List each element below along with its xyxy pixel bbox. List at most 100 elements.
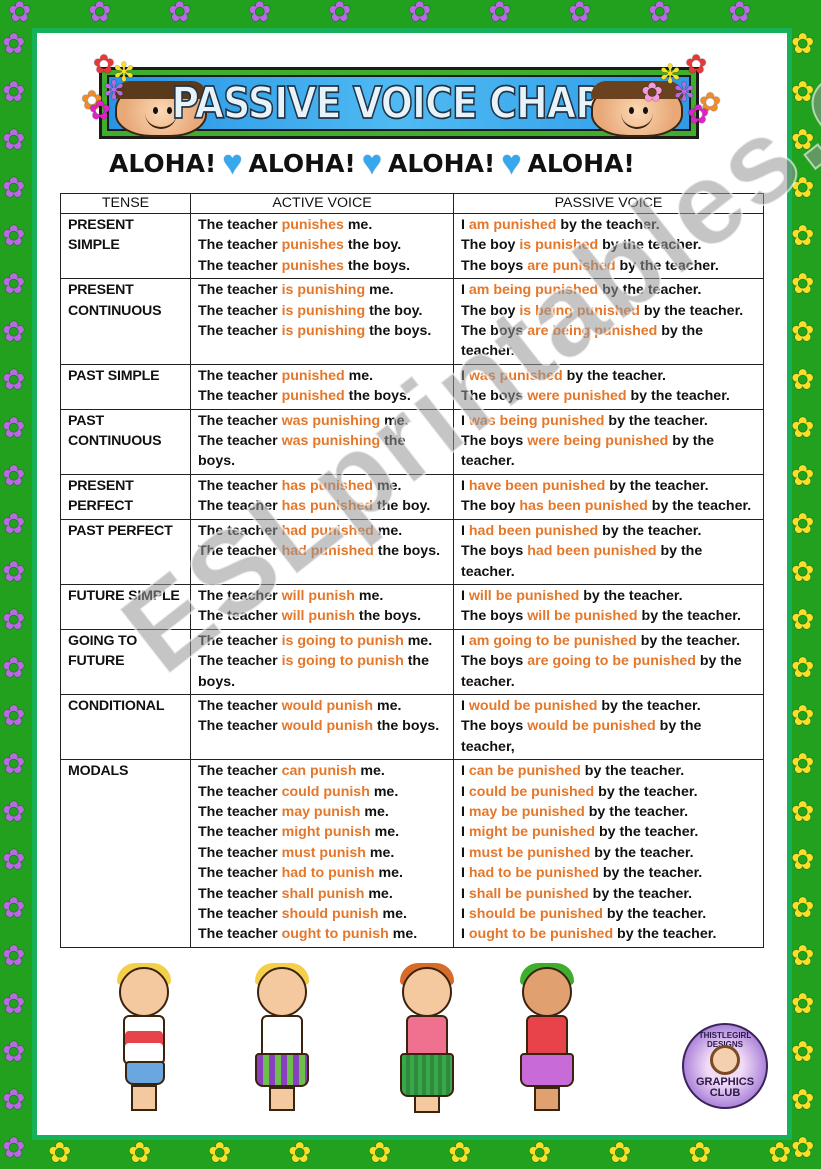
sentence-text: the boys. bbox=[354, 608, 422, 625]
border-flower-icon: ✿ bbox=[791, 844, 815, 875]
sentence-text: The boys bbox=[461, 718, 528, 735]
border-flower-icon: ✿ bbox=[88, 0, 112, 27]
tense-cell: PAST PERFECT bbox=[60, 518, 191, 585]
border-flower-icon: ✿ bbox=[2, 124, 26, 155]
verb-highlight: punished bbox=[281, 367, 345, 384]
passive-sentence: I must be punished by the teacher. bbox=[461, 843, 756, 863]
passive-sentence: I have been punished by the teacher. bbox=[461, 476, 756, 496]
verb-highlight: are punished bbox=[527, 257, 616, 274]
border-flower-icon: ✿ bbox=[248, 0, 272, 27]
border-flower-icon: ✿ bbox=[791, 1084, 815, 1115]
verb-highlight: was being punished bbox=[468, 412, 605, 429]
sentence-text: by the teacher. bbox=[580, 763, 685, 780]
sentence-text: by the teacher. bbox=[598, 522, 702, 539]
sentence-text: me. bbox=[374, 865, 403, 882]
passive-voice-cell: I can be punished by the teacher. I could… bbox=[453, 759, 764, 948]
sentence-text: The teacher bbox=[198, 632, 282, 649]
verb-highlight: am going to be punished bbox=[468, 632, 637, 649]
active-voice-cell: The teacher can punish me. The teacher co… bbox=[190, 759, 454, 948]
sentence-text: I bbox=[461, 282, 469, 299]
border-flower-icon: ✿ bbox=[791, 652, 815, 683]
sentence-text: The teacher bbox=[198, 367, 282, 384]
verb-highlight: am punished bbox=[468, 217, 557, 233]
border-flower-icon: ✿ bbox=[791, 76, 815, 107]
passive-sentence: The boys will be punished by the teacher… bbox=[461, 606, 756, 626]
sentence-text: I bbox=[461, 844, 469, 861]
sentence-text: The boys bbox=[461, 323, 528, 340]
border-flower-icon: ✿ bbox=[2, 652, 26, 683]
sentence-text: me. bbox=[364, 885, 393, 902]
verb-highlight: has punished bbox=[281, 477, 374, 494]
sentence-text: The teacher bbox=[198, 926, 282, 943]
sentence-text: I bbox=[461, 697, 469, 714]
flower-icon: ✿ bbox=[89, 95, 111, 125]
sentence-text: The teacher bbox=[198, 906, 282, 922]
sentence-text: I bbox=[461, 412, 469, 429]
border-flower-icon: ✿ bbox=[791, 508, 815, 539]
active-voice-cell: The teacher punishes me. The teacher puni… bbox=[190, 212, 454, 280]
verb-highlight: has been punished bbox=[519, 498, 648, 515]
border-flower-icon: ✿ bbox=[791, 412, 815, 443]
sentence-text: the boy. bbox=[365, 302, 423, 319]
border-flower-icon: ✿ bbox=[2, 1084, 26, 1115]
verb-highlight: will be punished bbox=[468, 587, 580, 604]
sentence-text: me. bbox=[356, 763, 385, 780]
passive-sentence: The boys are being punished by the teach… bbox=[461, 321, 756, 362]
border-flower-icon: ✿ bbox=[768, 1137, 792, 1168]
verb-highlight: had been punished bbox=[468, 522, 599, 539]
sentence-text: by the teacher. bbox=[594, 783, 698, 800]
active-sentence: The teacher would punish me. bbox=[198, 696, 446, 716]
table-row: PRESENT CONTINUOUS The teacher is punishi… bbox=[60, 278, 764, 365]
border-flower-icon: ✿ bbox=[2, 412, 26, 443]
tense-cell: CONDITIONAL bbox=[60, 693, 191, 761]
sentence-text: by the teacher. bbox=[562, 367, 666, 384]
verb-highlight: is going to punish bbox=[281, 653, 404, 670]
sentence-text: The teacher bbox=[198, 783, 282, 800]
flower-icon: ✿ bbox=[685, 49, 707, 79]
border-flower-icon: ✿ bbox=[2, 508, 26, 539]
sentence-text: The teacher bbox=[198, 302, 282, 319]
verb-highlight: can be punished bbox=[468, 763, 581, 780]
table-row: PRESENT SIMPLE The teacher punishes me. Th… bbox=[60, 212, 764, 280]
active-sentence: The teacher must punish me. bbox=[198, 843, 446, 863]
sentence-text: me. bbox=[373, 697, 402, 714]
active-sentence: The teacher had to punish me. bbox=[198, 863, 446, 883]
sentence-text: The teacher bbox=[198, 543, 282, 560]
sentence-text: me. bbox=[360, 803, 389, 820]
verb-highlight: must punish bbox=[281, 844, 366, 861]
hula-girl-illustration bbox=[392, 963, 462, 1117]
sentence-text: The teacher bbox=[198, 433, 282, 450]
passive-voice-cell: I am punished by the teacher. The boy is … bbox=[453, 212, 764, 280]
passive-sentence: I had been punished by the teacher. bbox=[461, 521, 756, 541]
sentence-text: the boy. bbox=[373, 498, 431, 515]
passive-sentence: I was being punished by the teacher. bbox=[461, 411, 756, 431]
tense-cell: PAST SIMPLE bbox=[60, 363, 191, 410]
sentence-text: The teacher bbox=[198, 763, 282, 780]
sentence-text: I bbox=[461, 783, 469, 800]
tense-cell: PRESENT PERFECT bbox=[60, 473, 191, 520]
border-flower-icon: ✿ bbox=[688, 1137, 712, 1168]
sentence-text: I bbox=[461, 587, 469, 604]
table-row: CONDITIONAL The teacher would punish me. T… bbox=[60, 693, 764, 761]
sentence-text: the boys. bbox=[365, 323, 432, 340]
table-row: PAST PERFECT The teacher had punished me.… bbox=[60, 518, 764, 585]
verb-highlight: had to punish bbox=[281, 865, 375, 882]
sentence-text: I bbox=[461, 367, 469, 384]
border-flower-icon: ✿ bbox=[791, 700, 815, 731]
passive-sentence: The boy is being punished by the teacher… bbox=[461, 301, 756, 321]
sentence-text: The teacher bbox=[198, 323, 282, 340]
sentence-text: by the teacher. bbox=[615, 257, 719, 274]
border-flower-icon: ✿ bbox=[791, 172, 815, 203]
active-sentence: The teacher was punishing the boys. bbox=[198, 431, 446, 472]
verb-highlight: has punished bbox=[281, 498, 374, 515]
sentence-text: me. bbox=[373, 522, 403, 539]
sentence-text: me. bbox=[365, 282, 394, 299]
border-flower-icon: ✿ bbox=[2, 892, 26, 923]
passive-sentence: I might be punished by the teacher. bbox=[461, 822, 756, 842]
border-flower-icon: ✿ bbox=[2, 220, 26, 251]
active-sentence: The teacher will punish me. bbox=[198, 586, 446, 606]
sentence-text: The teacher bbox=[198, 697, 282, 714]
sentence-text: by the teacher. bbox=[605, 477, 709, 494]
border-flower-icon: ✿ bbox=[791, 220, 815, 251]
sentence-text: I bbox=[461, 926, 469, 943]
